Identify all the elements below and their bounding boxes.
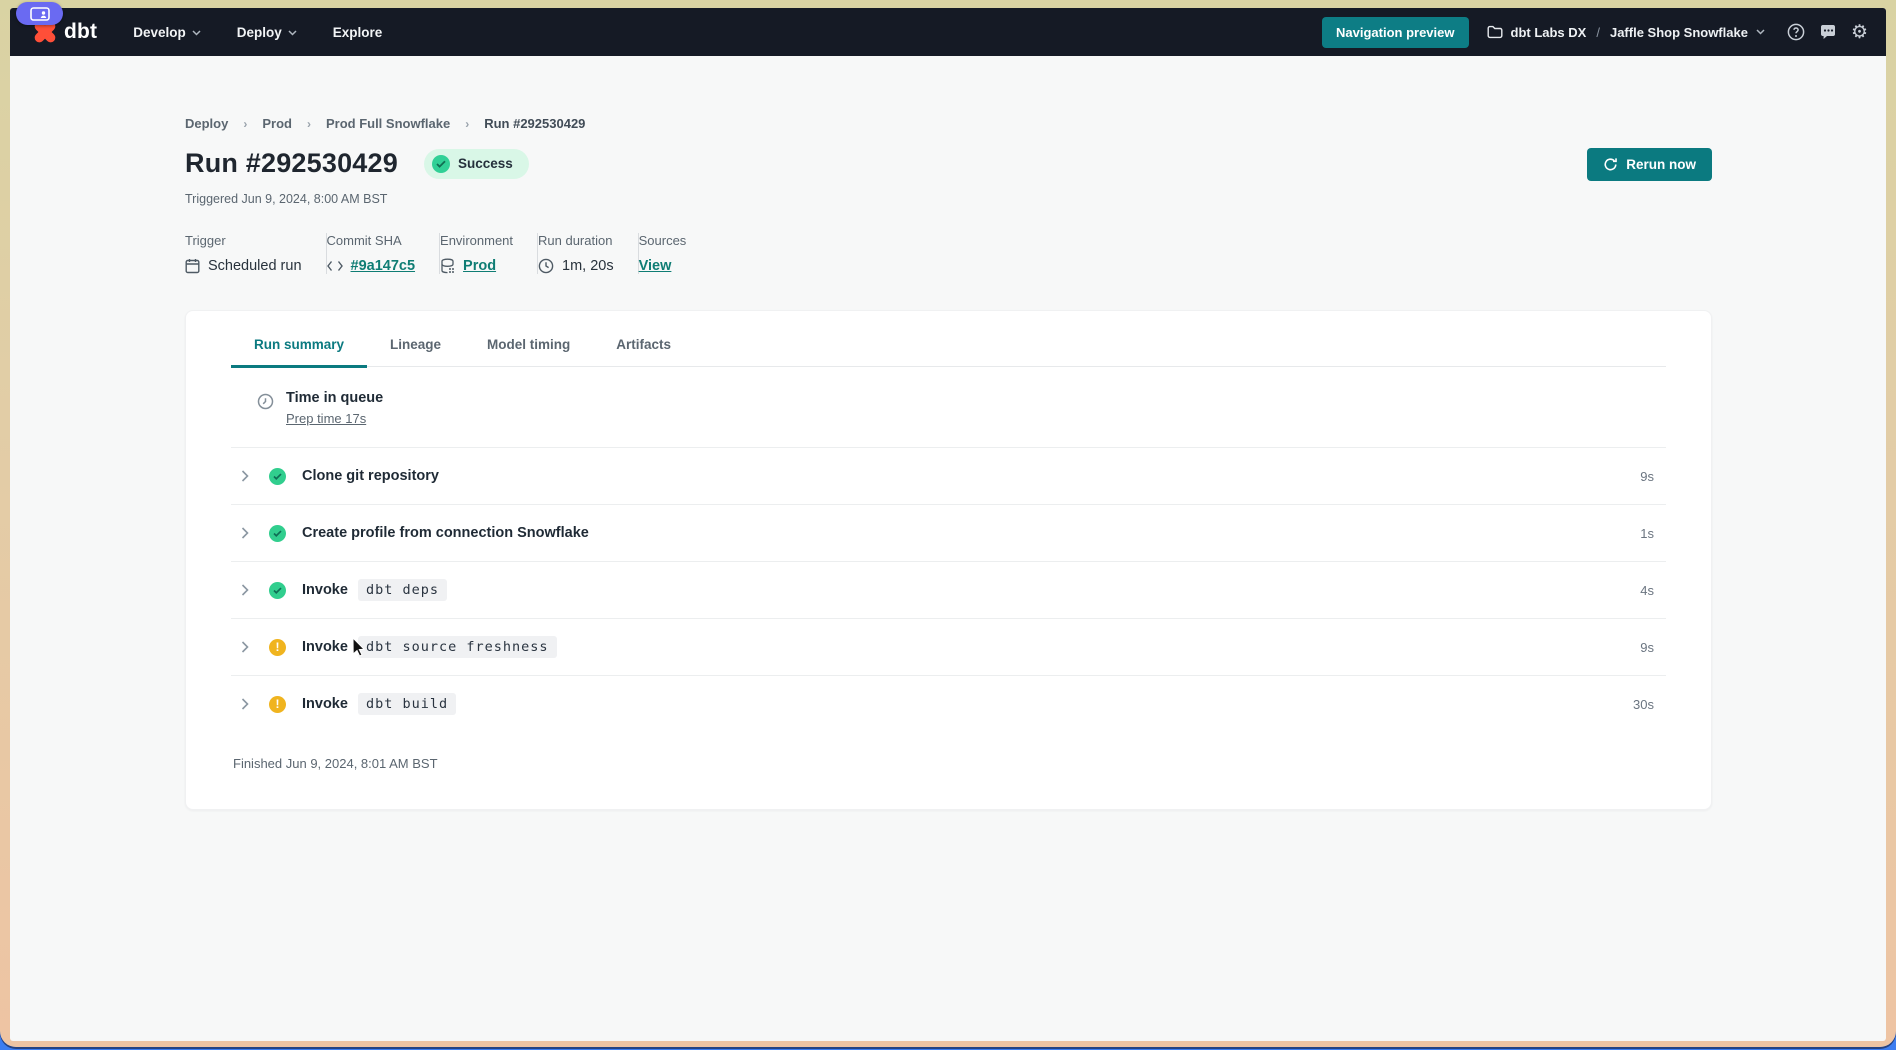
success-check-icon [269,582,286,599]
step-row-dbt-deps[interactable]: Invokedbt deps 4s [231,561,1666,618]
chevron-down-icon [1756,29,1765,35]
tab-run-summary[interactable]: Run summary [231,337,367,368]
folder-icon [1487,25,1503,39]
settings-gear-icon[interactable]: ⚙ [1851,23,1868,42]
meta-run-duration: Run duration 1m, 20s [538,233,638,274]
run-tabs: Run summary Lineage Model timing Artifac… [231,337,1666,367]
nav-menu-explore[interactable]: Explore [333,25,383,40]
breadcrumb-job[interactable]: Prod Full Snowflake [326,116,450,131]
status-badge: Success [424,149,529,179]
nav-menus: Develop Deploy Explore [133,25,382,40]
step-label: Clone git repository [302,468,439,484]
run-header: Run #292530429 Success Triggered Jun 9, … [185,148,1712,206]
breadcrumb-separator: › [465,117,469,131]
chevron-right-icon[interactable] [241,584,257,596]
chevron-down-icon [288,30,297,36]
step-row-dbt-build[interactable]: ! Invokedbt build 30s [231,675,1666,732]
warning-icon: ! [269,696,286,713]
breadcrumb-run: Run #292530429 [484,116,585,131]
finished-timestamp: Finished Jun 9, 2024, 8:01 AM BST [231,732,1666,779]
step-label: Invokedbt source freshness [302,636,557,658]
step-label: Invokedbt deps [302,579,447,601]
triggered-timestamp: Triggered Jun 9, 2024, 8:00 AM BST [185,192,529,206]
run-detail-page: Deploy › Prod › Prod Full Snowflake › Ru… [10,56,1886,810]
screenshare-indicator[interactable] [16,2,63,25]
chevron-right-icon[interactable] [241,698,257,710]
breadcrumb-deploy[interactable]: Deploy [185,116,228,131]
tab-lineage[interactable]: Lineage [367,337,464,368]
trigger-value: Scheduled run [208,258,302,274]
project-picker[interactable]: dbt Labs DX / Jaffle Shop Snowflake [1487,25,1765,40]
chevron-right-icon[interactable] [241,527,257,539]
step-label: Create profile from connection Snowflake [302,525,589,541]
step-duration: 30s [1633,697,1654,712]
command-code-chip: dbt build [358,693,456,715]
environment-link[interactable]: Prod [463,258,496,274]
nav-menu-deploy[interactable]: Deploy [237,25,297,40]
navigation-preview-button[interactable]: Navigation preview [1322,17,1468,48]
chevron-right-icon[interactable] [241,470,257,482]
status-label: Success [458,156,513,171]
chevron-down-icon [192,30,201,36]
step-duration: 9s [1640,469,1654,484]
warning-icon: ! [269,639,286,656]
nav-menu-develop[interactable]: Develop [133,25,201,40]
prep-time-link[interactable]: Prep time 17s [286,411,366,426]
help-icon[interactable] [1787,23,1805,41]
step-row-create-profile[interactable]: Create profile from connection Snowflake… [231,504,1666,561]
chevron-right-icon[interactable] [241,641,257,653]
meta-trigger: Trigger Scheduled run [185,233,326,274]
step-duration: 4s [1640,583,1654,598]
screenshare-icon [30,7,50,21]
time-in-queue-row: Time in queue Prep time 17s [231,367,1666,447]
database-icon [440,258,455,274]
sources-view-link[interactable]: View [639,258,672,274]
tab-artifacts[interactable]: Artifacts [593,337,694,368]
step-label: Invokedbt build [302,693,456,715]
project-name: Jaffle Shop Snowflake [1610,25,1748,40]
step-row-clone-git[interactable]: Clone git repository 9s [231,447,1666,504]
page-title: Run #292530429 [185,148,398,179]
dbt-logo-text: dbt [64,20,97,44]
app-window: dbt Develop Deploy Explore Navigation pr… [10,8,1886,1041]
breadcrumb-prod[interactable]: Prod [262,116,292,131]
code-icon [327,260,343,272]
success-check-icon [269,525,286,542]
nav-right-cluster: Navigation preview dbt Labs DX / Jaffle … [1322,17,1868,48]
step-duration: 1s [1640,526,1654,541]
clock-icon [538,258,554,274]
step-duration: 9s [1640,640,1654,655]
command-code-chip: dbt deps [358,579,447,601]
run-summary-card: Run summary Lineage Model timing Artifac… [185,310,1712,810]
commit-sha-link[interactable]: #9a147c5 [351,258,416,274]
top-navbar: dbt Develop Deploy Explore Navigation pr… [10,8,1886,56]
breadcrumb-separator: › [243,117,247,131]
account-name: dbt Labs DX [1511,25,1587,40]
meta-environment: Environment Prod [440,233,537,274]
breadcrumb-separator: › [307,117,311,131]
breadcrumb: Deploy › Prod › Prod Full Snowflake › Ru… [185,116,1712,131]
account-project-separator: / [1594,25,1602,40]
calendar-icon [185,258,200,274]
run-duration-value: 1m, 20s [562,258,614,274]
success-check-icon [269,468,286,485]
rerun-now-button[interactable]: Rerun now [1587,148,1712,181]
meta-sources: Sources View [639,233,711,274]
tab-model-timing[interactable]: Model timing [464,337,593,368]
queue-clock-icon [257,393,274,415]
nav-icon-cluster: ⚙ [1787,23,1868,42]
command-code-chip: dbt source freshness [358,636,557,658]
run-meta-row: Trigger Scheduled run Commit SHA #9a147c… [185,233,1712,274]
queue-title: Time in queue [286,390,383,406]
feedback-icon[interactable] [1819,24,1837,41]
refresh-icon [1603,157,1618,172]
meta-commit-sha: Commit SHA #9a147c5 [327,233,440,274]
success-check-icon [432,155,450,173]
step-row-dbt-source-freshness[interactable]: ! Invokedbt source freshness 9s [231,618,1666,675]
